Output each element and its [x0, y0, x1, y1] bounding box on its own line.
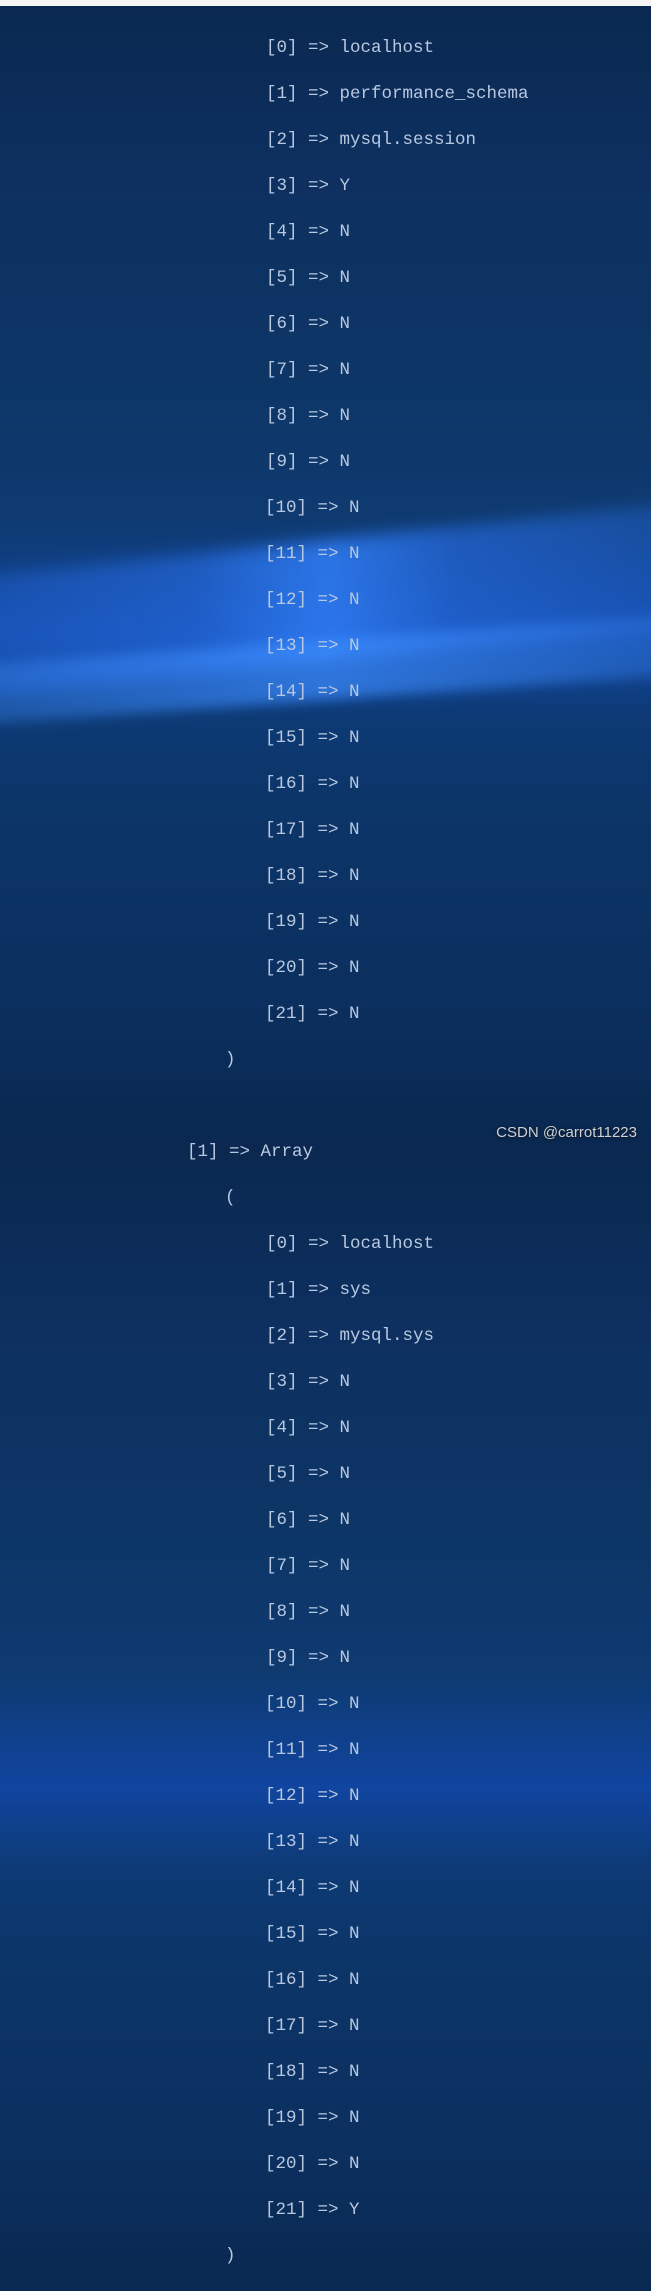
array-entry: [11] => N — [0, 1739, 651, 1762]
array-entry: [8] => N — [0, 1601, 651, 1624]
array-entry: [19] => N — [0, 2107, 651, 2130]
array-entry: [15] => N — [0, 1923, 651, 1946]
array-entry: [5] => N — [0, 267, 651, 290]
array-entry: [7] => N — [0, 359, 651, 382]
array-entry: [20] => N — [0, 957, 651, 980]
array-entry: [6] => N — [0, 1509, 651, 1532]
array-entry: [0] => localhost — [0, 1233, 651, 1256]
array-entry: [12] => N — [0, 1785, 651, 1808]
array-entry: [16] => N — [0, 773, 651, 796]
array-entry: [5] => N — [0, 1463, 651, 1486]
array-entry: [18] => N — [0, 865, 651, 888]
array-entry: [17] => N — [0, 819, 651, 842]
array-open-paren: ( — [0, 1187, 651, 1210]
array-entry: [1] => performance_schema — [0, 83, 651, 106]
array-entry: [2] => mysql.sys — [0, 1325, 651, 1348]
array-entry: [21] => N — [0, 1003, 651, 1026]
csdn-watermark: CSDN @carrot11223 — [496, 1124, 637, 1141]
array-entry: [13] => N — [0, 1831, 651, 1854]
array-close-paren: ) — [0, 2245, 651, 2268]
array-entry: [13] => N — [0, 635, 651, 658]
array-entry: [20] => N — [0, 2153, 651, 2176]
array-entry: [6] => N — [0, 313, 651, 336]
array-entry: [7] => N — [0, 1555, 651, 1578]
array-close-paren: ) — [0, 1049, 651, 1072]
array-entry: [11] => N — [0, 543, 651, 566]
array-entry: [1] => sys — [0, 1279, 651, 1302]
array-entry: [3] => Y — [0, 175, 651, 198]
array-entry: [0] => localhost — [0, 37, 651, 60]
array-entry: [9] => N — [0, 1647, 651, 1670]
array-entry: [9] => N — [0, 451, 651, 474]
array-entry: [8] => N — [0, 405, 651, 428]
php-print-r-output: [0] => localhost [1] => performance_sche… — [0, 0, 651, 2291]
array-entry: [16] => N — [0, 1969, 651, 1992]
array-entry: [19] => N — [0, 911, 651, 934]
array-entry: [14] => N — [0, 681, 651, 704]
array-entry: [12] => N — [0, 589, 651, 612]
blank-line — [0, 1095, 651, 1118]
array-entry: [18] => N — [0, 2061, 651, 2084]
array-entry: [15] => N — [0, 727, 651, 750]
array-entry: [2] => mysql.session — [0, 129, 651, 152]
array-entry: [4] => N — [0, 1417, 651, 1440]
array-entry: [4] => N — [0, 221, 651, 244]
array-entry: [10] => N — [0, 1693, 651, 1716]
array-entry: [14] => N — [0, 1877, 651, 1900]
array-entry: [10] => N — [0, 497, 651, 520]
array-entry: [17] => N — [0, 2015, 651, 2038]
array-entry: [21] => Y — [0, 2199, 651, 2222]
array-entry: [3] => N — [0, 1371, 651, 1394]
